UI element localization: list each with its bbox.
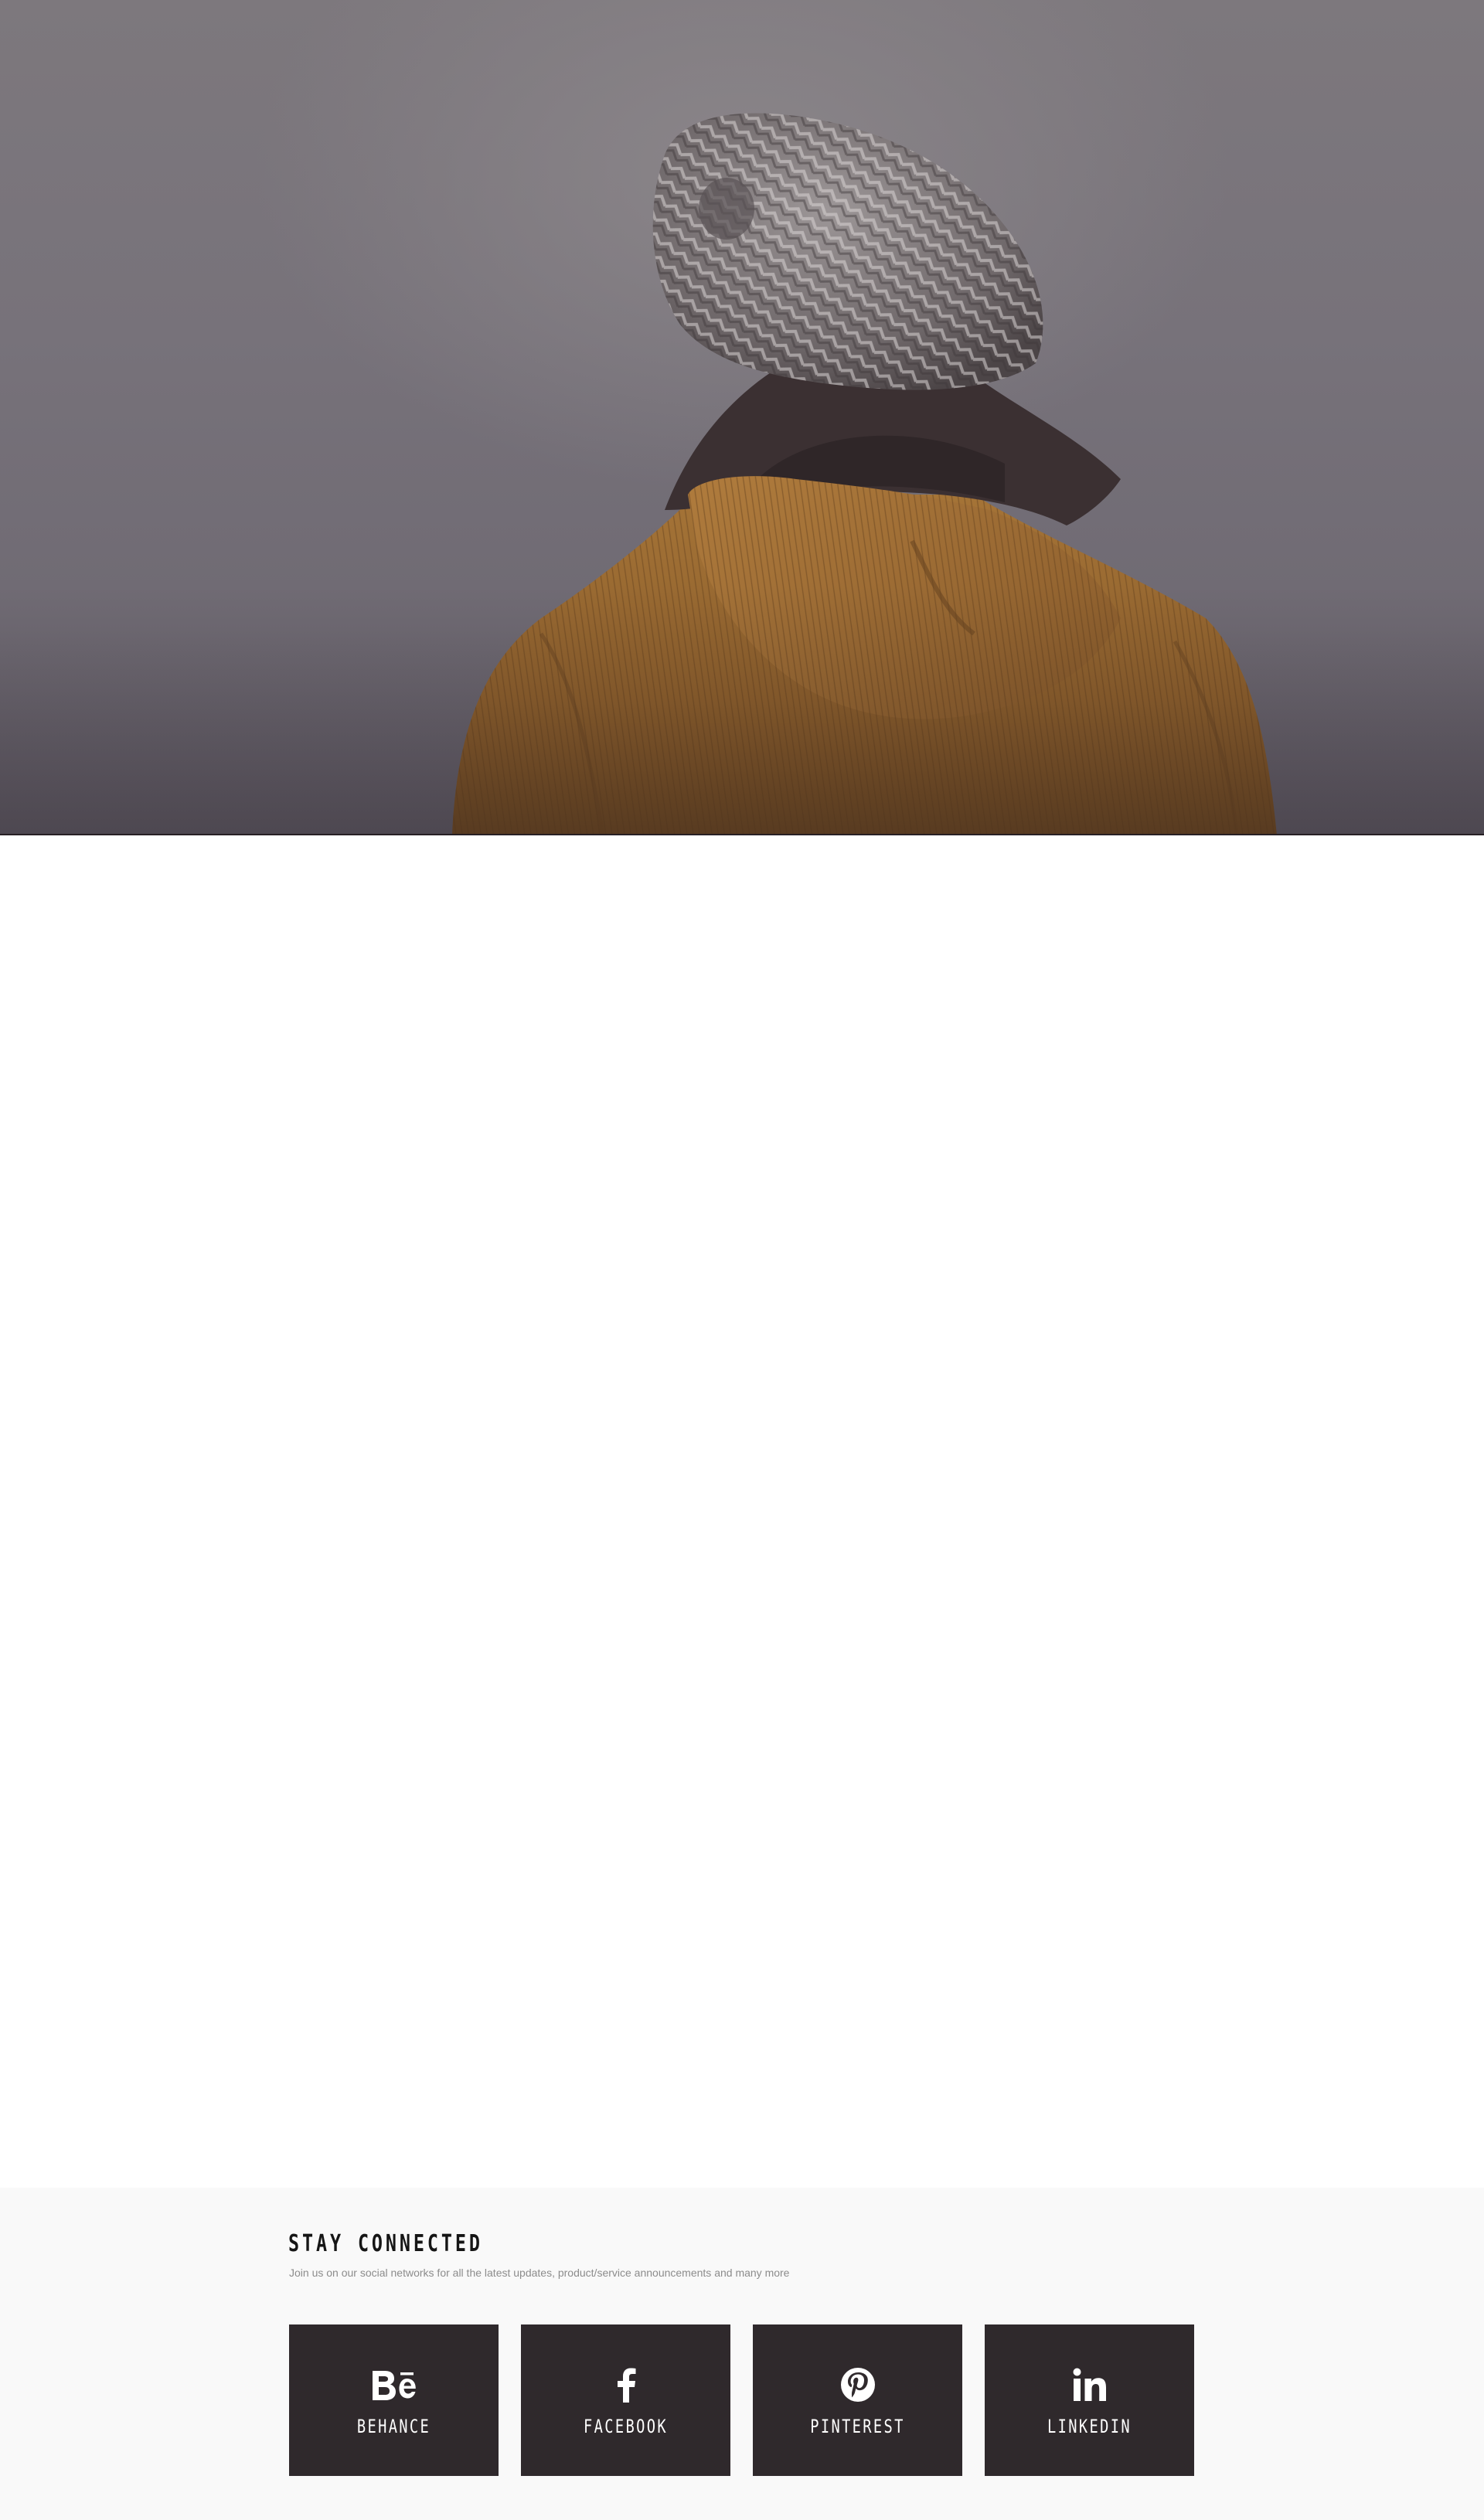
- facebook-icon: [616, 2365, 636, 2405]
- stay-connected-heading: STAY CONNECTED: [288, 2230, 483, 2257]
- behance-icon: [371, 2365, 417, 2405]
- linkedin-label: LINKEDIN: [1047, 2416, 1132, 2437]
- facebook-label: FACEBOOK: [584, 2416, 668, 2437]
- linkedin-link[interactable]: LINKEDIN: [985, 2324, 1194, 2476]
- hero-image: [0, 0, 1484, 835]
- stay-connected-subtitle: Join us on our social networks for all t…: [289, 2267, 790, 2279]
- behance-label: BEHANCE: [356, 2416, 431, 2437]
- pinterest-link[interactable]: PINTEREST: [753, 2324, 962, 2476]
- behance-link[interactable]: BEHANCE: [289, 2324, 499, 2476]
- person-in-beanie-illustration: [452, 113, 1277, 835]
- linkedin-icon: [1073, 2365, 1107, 2405]
- empty-content-area: [0, 835, 1484, 2188]
- stay-connected-section: [0, 2188, 1484, 2520]
- facebook-link[interactable]: FACEBOOK: [521, 2324, 730, 2476]
- pinterest-icon: [840, 2365, 876, 2405]
- pinterest-label: PINTEREST: [810, 2416, 905, 2437]
